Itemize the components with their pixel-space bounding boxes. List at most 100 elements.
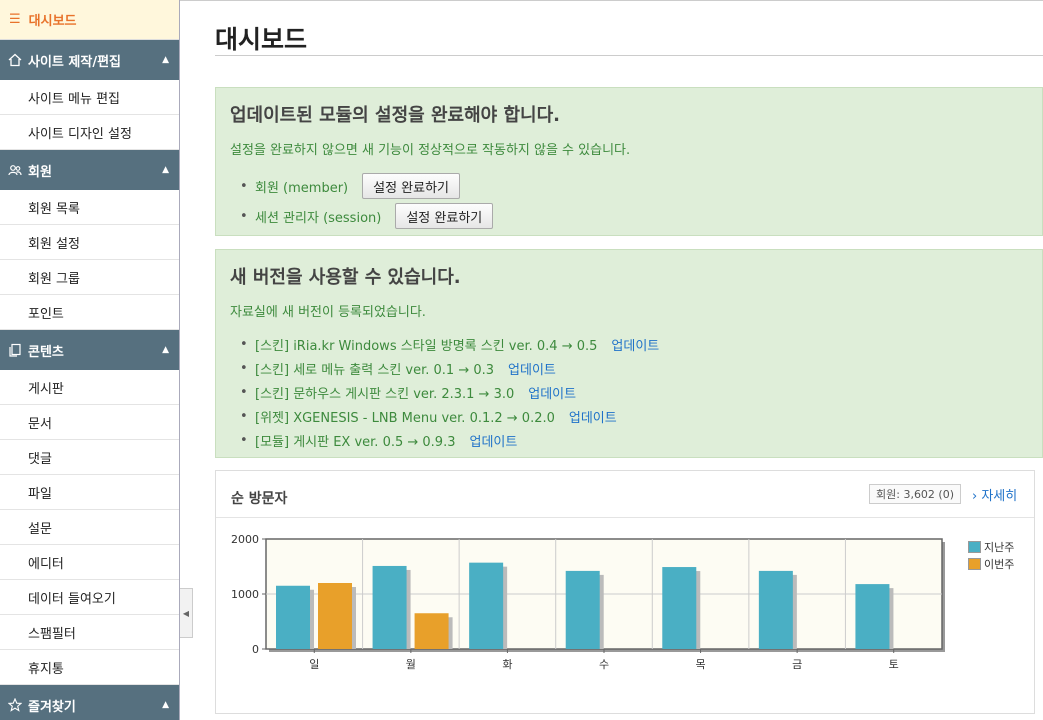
main-content: 대시보드 업데이트된 모듈의 설정을 완료해야 합니다. 설정을 완료하지 않으… xyxy=(215,0,1043,720)
sidebar-group-label: 콘텐츠 xyxy=(28,344,64,360)
x-tick-label: 목 xyxy=(696,658,706,671)
complete-setup-button[interactable]: 설정 완료하기 xyxy=(395,203,494,229)
title-divider xyxy=(215,55,1043,56)
sidebar-group-header[interactable]: 사이트 제작/편집 ▲ xyxy=(0,40,179,80)
bar-last-week xyxy=(469,562,504,649)
version-item-text: [스킨] 문하우스 게시판 스킨 ver. 2.3.1 → 3.0 xyxy=(255,386,515,402)
menu-icon: ☰ xyxy=(9,12,21,27)
legend-swatch xyxy=(968,540,981,553)
bar-this-week xyxy=(318,583,352,649)
module-name: 세션 관리자 (session) xyxy=(255,210,382,226)
complete-setup-button[interactable]: 설정 완료하기 xyxy=(362,173,461,199)
visitor-chart: 0 1000 2000 일 월 화 수 목 금 토 xyxy=(231,533,945,671)
version-alert-description: 자료실에 새 버전이 등록되었습니다. xyxy=(230,305,426,320)
home-icon xyxy=(7,52,23,68)
bar-this-week xyxy=(414,613,449,649)
page-title: 대시보드 xyxy=(215,25,308,54)
x-tick-label: 일 xyxy=(309,657,319,671)
sidebar-group-header[interactable]: 콘텐츠 ▲ xyxy=(0,330,179,370)
update-link[interactable]: 업데이트 xyxy=(508,359,556,378)
sidebar-item[interactable]: 회원 목록 xyxy=(0,190,179,225)
users-icon xyxy=(7,162,23,178)
star-icon xyxy=(7,697,23,713)
new-version-alert: 새 버전을 사용할 수 있습니다. 자료실에 새 버전이 등록되었습니다. [스… xyxy=(215,249,1043,458)
sidebar-item[interactable]: 파일 xyxy=(0,475,179,510)
update-link[interactable]: 업데이트 xyxy=(528,383,576,402)
y-tick-label: 1000 xyxy=(231,588,259,601)
visitor-panel-title: 순 방문자 xyxy=(231,491,288,507)
x-tick-label: 토 xyxy=(889,658,899,671)
sidebar-item[interactable]: 포인트 xyxy=(0,295,179,330)
version-item-text: [스킨] iRia.kr Windows 스타일 방명록 스킨 ver. 0.4… xyxy=(255,338,598,354)
sidebar-group-header[interactable]: 즐겨찾기 ▲ xyxy=(0,685,179,720)
module-name: 회원 (member) xyxy=(255,180,349,196)
version-item-text: [위젯] XGENESIS - LNB Menu ver. 0.1.2 → 0.… xyxy=(255,410,555,426)
sidebar-item[interactable]: 회원 설정 xyxy=(0,225,179,260)
documents-icon xyxy=(7,342,23,358)
y-tick-label: 0 xyxy=(252,643,259,656)
sidebar-item[interactable]: 사이트 메뉴 편집 xyxy=(0,80,179,115)
sidebar-group-header[interactable]: 회원 ▲ xyxy=(0,150,179,190)
version-list-item: [스킨] 세로 메뉴 출력 스킨 ver. 0.1 → 0.3 업데이트 xyxy=(240,356,659,380)
visitor-panel: 순 방문자 회원: 3,602 (0) › 자세히 0 1000 2000 일 월 화 수 목… xyxy=(215,470,1035,714)
sidebar-item[interactable]: 스팸필터 xyxy=(0,615,179,650)
bar-last-week xyxy=(662,567,697,649)
caret-up-icon: ▲ xyxy=(162,165,169,175)
bar-last-week xyxy=(276,585,310,649)
x-tick-label: 화 xyxy=(502,658,512,671)
version-list-item: [위젯] XGENESIS - LNB Menu ver. 0.1.2 → 0.… xyxy=(240,404,659,428)
version-list-item: [스킨] 문하우스 게시판 스킨 ver. 2.3.1 → 3.0 업데이트 xyxy=(240,380,659,404)
update-link[interactable]: 업데이트 xyxy=(569,407,617,426)
module-update-alert: 업데이트된 모듈의 설정을 완료해야 합니다. 설정을 완료하지 않으면 새 기… xyxy=(215,87,1043,236)
version-list: [스킨] iRia.kr Windows 스타일 방명록 스킨 ver. 0.4… xyxy=(240,332,659,452)
bar-last-week xyxy=(758,570,793,649)
details-link[interactable]: › 자세히 xyxy=(972,485,1017,504)
module-list: 회원 (member)설정 완료하기세션 관리자 (session)설정 완료하… xyxy=(240,171,494,231)
bar-last-week xyxy=(372,565,407,649)
sidebar-item[interactable]: 에디터 xyxy=(0,545,179,580)
sidebar-collapse-handle[interactable]: ◀ xyxy=(180,588,193,638)
sidebar-dashboard-label: 대시보드 xyxy=(28,14,77,29)
caret-up-icon: ▲ xyxy=(162,700,169,710)
y-tick-label: 2000 xyxy=(231,533,259,546)
sidebar-group-label: 회원 xyxy=(28,164,52,180)
sidebar-item[interactable]: 데이터 들여오기 xyxy=(0,580,179,615)
sidebar-item[interactable]: 댓글 xyxy=(0,440,179,475)
sidebar: ☰ 대시보드 사이트 제작/편집 ▲ 사이트 메뉴 편집 사이트 디자인 설정 회원 ▲ 회… xyxy=(0,0,180,720)
sidebar-group-label: 즐겨찾기 xyxy=(28,699,76,715)
legend-label: 이번주 xyxy=(984,557,1015,571)
version-item-text: [모듈] 게시판 EX ver. 0.5 → 0.9.3 xyxy=(255,434,456,450)
sidebar-item[interactable]: 휴지통 xyxy=(0,650,179,685)
version-item-text: [스킨] 세로 메뉴 출력 스킨 ver. 0.1 → 0.3 xyxy=(255,362,495,378)
legend-swatch xyxy=(968,557,981,570)
bar-last-week xyxy=(855,584,890,649)
module-alert-heading: 업데이트된 모듈의 설정을 완료해야 합니다. xyxy=(230,105,560,126)
update-link[interactable]: 업데이트 xyxy=(611,335,659,354)
sidebar-group-label: 사이트 제작/편집 xyxy=(28,54,121,70)
x-tick-label: 수 xyxy=(599,658,609,671)
bar-last-week xyxy=(565,570,600,649)
sidebar-item[interactable]: 게시판 xyxy=(0,370,179,405)
sidebar-item[interactable]: 설문 xyxy=(0,510,179,545)
caret-up-icon: ▲ xyxy=(162,345,169,355)
visitor-panel-header: 순 방문자 회원: 3,602 (0) › 자세히 xyxy=(216,471,1034,518)
x-tick-label: 월 xyxy=(406,658,416,671)
x-tick-label: 금 xyxy=(792,658,802,671)
sidebar-item-dashboard[interactable]: ☰ 대시보드 xyxy=(0,0,179,40)
module-list-item: 세션 관리자 (session) 설정 완료하기 xyxy=(240,201,494,231)
update-link[interactable]: 업데이트 xyxy=(469,431,517,450)
module-list-item: 회원 (member) 설정 완료하기 xyxy=(240,171,493,201)
sidebar-item[interactable]: 문서 xyxy=(0,405,179,440)
version-list-item: [스킨] iRia.kr Windows 스타일 방명록 스킨 ver. 0.4… xyxy=(240,332,659,356)
version-list-item: [모듈] 게시판 EX ver. 0.5 → 0.9.3 업데이트 xyxy=(240,428,659,452)
version-alert-heading: 새 버전을 사용할 수 있습니다. xyxy=(230,267,461,288)
legend-label: 지난주 xyxy=(984,540,1015,554)
sidebar-item[interactable]: 회원 그룹 xyxy=(0,260,179,295)
module-alert-description: 설정을 완료하지 않으면 새 기능이 정상적으로 작동하지 않을 수 있습니다. xyxy=(230,143,631,158)
sidebar-item[interactable]: 사이트 디자인 설정 xyxy=(0,115,179,150)
legend-item: 지난주 xyxy=(968,538,1014,555)
chart-legend: 지난주이번주 xyxy=(968,538,1014,572)
member-count-badge: 회원: 3,602 (0) xyxy=(869,484,962,504)
legend-item: 이번주 xyxy=(968,555,1014,572)
caret-up-icon: ▲ xyxy=(162,55,169,65)
